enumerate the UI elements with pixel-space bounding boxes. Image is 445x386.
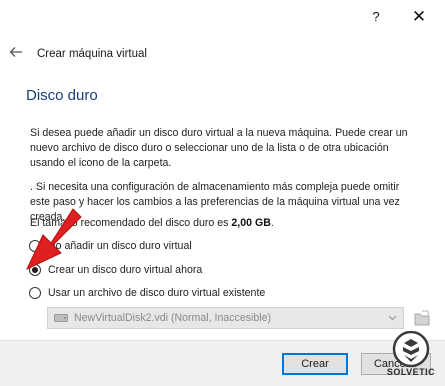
chevron-down-icon xyxy=(388,315,397,321)
back-arrow-icon[interactable] xyxy=(9,45,23,59)
radio-option-label: Usar un archivo de disco duro virtual ex… xyxy=(48,287,266,299)
window-titlebar: ? ✕ xyxy=(0,0,445,33)
hard-disk-icon xyxy=(54,314,68,322)
recommended-size-value: 2,00 GB xyxy=(231,217,271,229)
recommended-size-suffix: . xyxy=(270,217,274,229)
existing-disk-select[interactable]: NewVirtualDisk2.vdi (Normal, Inaccesible… xyxy=(47,307,404,329)
folder-browse-icon[interactable] xyxy=(413,308,431,328)
create-button[interactable]: Crear xyxy=(282,353,348,375)
help-button[interactable]: ? xyxy=(356,0,396,33)
existing-disk-value: NewVirtualDisk2.vdi (Normal, Inaccesible… xyxy=(74,312,272,324)
close-button[interactable]: ✕ xyxy=(399,0,439,33)
wizard-title: Crear máquina virtual xyxy=(37,48,147,60)
wizard-header: Crear máquina virtual xyxy=(0,33,445,78)
page-title: Disco duro xyxy=(26,87,98,104)
logo-icon xyxy=(392,330,430,368)
button-bar: Crear Cancelar xyxy=(0,340,445,386)
watermark-logo: SOLVETIC xyxy=(383,330,439,383)
watermark-text: SOLVETIC xyxy=(386,367,436,377)
radio-option-existing-disk[interactable]: Usar un archivo de disco duro virtual ex… xyxy=(29,285,265,301)
radio-button[interactable] xyxy=(29,287,41,299)
description-paragraph: Si desea puede añadir un disco duro virt… xyxy=(30,127,408,169)
red-arrow-annotation-icon xyxy=(25,208,82,271)
